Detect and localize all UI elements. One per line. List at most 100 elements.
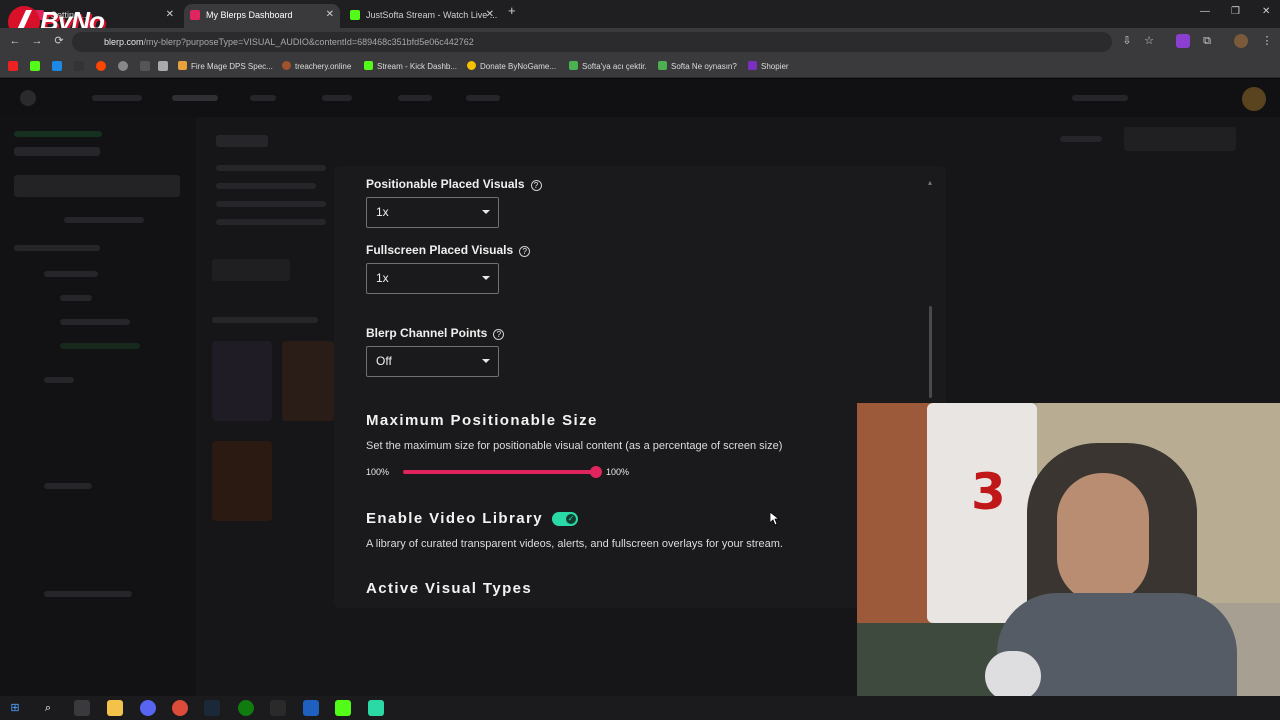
- bookmark-icon[interactable]: [158, 61, 168, 71]
- webcam-face: [1057, 473, 1149, 603]
- bookmark-star-icon[interactable]: ☆: [1142, 34, 1156, 48]
- help-icon[interactable]: ?: [493, 329, 505, 340]
- app-icon[interactable]: [303, 700, 319, 716]
- kick-bookmark-icon[interactable]: [30, 61, 40, 71]
- modal-scrollbar[interactable]: [929, 306, 932, 398]
- sidebar-placeholder: [60, 343, 140, 349]
- close-icon[interactable]: ✕: [166, 4, 174, 26]
- url-host: blerp.com: [104, 37, 144, 47]
- settings-modal: ▴ Positionable Placed Visuals? 1x Fullsc…: [334, 166, 946, 608]
- chevron-down-icon: [482, 276, 490, 280]
- forward-icon[interactable]: →: [30, 34, 44, 48]
- bookmark-softaya[interactable]: Softa'ya acı çektir.: [569, 61, 647, 71]
- steam-icon[interactable]: [204, 700, 220, 716]
- bookmark-favicon-icon: [282, 61, 291, 70]
- nav-placeholder: [92, 95, 142, 101]
- youtube-bookmark-icon[interactable]: [8, 61, 18, 71]
- sidebar-placeholder: [14, 175, 180, 197]
- steam-bookmark-icon[interactable]: [74, 61, 84, 71]
- bookmark-kick-dashboard[interactable]: Stream - Kick Dashb...: [364, 61, 457, 71]
- window-close-icon[interactable]: ✕: [1262, 6, 1270, 17]
- help-icon[interactable]: ?: [530, 180, 542, 191]
- chevron-down-icon: [482, 210, 490, 214]
- back-icon[interactable]: ←: [8, 34, 22, 48]
- max-size-heading: Maximum Positionable Size: [366, 412, 598, 429]
- thumbnail-dimmed: [212, 441, 272, 521]
- task-view-icon[interactable]: [74, 700, 90, 716]
- chrome-icon[interactable]: [172, 700, 188, 716]
- bookmark-fire-mage[interactable]: Fire Mage DPS Spec...: [178, 61, 273, 71]
- select-value: 1x: [376, 205, 389, 219]
- file-explorer-icon[interactable]: [107, 700, 123, 716]
- menu-kebab-icon[interactable]: ⋮: [1260, 34, 1274, 48]
- bookmark-donate[interactable]: Donate ByNoGame...: [467, 61, 556, 71]
- extension-icon[interactable]: [1176, 34, 1190, 48]
- close-icon[interactable]: ✕: [486, 4, 494, 26]
- sidebar-dimmed: [0, 117, 196, 696]
- search-icon[interactable]: ⌕: [40, 700, 56, 716]
- sidebar-placeholder: [44, 271, 98, 277]
- bookmark-label: Stream - Kick Dashb...: [377, 62, 458, 71]
- bookmark-icon[interactable]: [118, 61, 128, 71]
- restore-icon[interactable]: ❐: [1231, 6, 1240, 17]
- reddit-bookmark-icon[interactable]: [96, 61, 106, 71]
- chevron-down-icon: [482, 359, 490, 363]
- content-placeholder: [212, 317, 318, 323]
- extensions-puzzle-icon[interactable]: ⧉: [1200, 34, 1214, 48]
- address-bar[interactable]: blerp.com/my-blerp?purposeType=VISUAL_AU…: [72, 32, 1112, 52]
- kick-app-icon[interactable]: [335, 700, 351, 716]
- video-library-description: A library of curated transparent videos,…: [366, 538, 783, 550]
- tab-title: JustSofta Stream - Watch Live ...: [366, 10, 498, 20]
- install-app-icon[interactable]: ⇩: [1120, 34, 1134, 48]
- minimize-icon[interactable]: —: [1200, 6, 1210, 17]
- bookmark-shopier[interactable]: Shopier: [748, 61, 789, 71]
- help-icon[interactable]: ?: [519, 246, 531, 257]
- bookmark-label: Softa Ne oynasın?: [671, 62, 737, 71]
- tab-my-blerps-dashboard[interactable]: My Blerps Dashboard ✕: [184, 4, 340, 28]
- channel-points-select[interactable]: Off: [366, 346, 499, 377]
- video-library-toggle[interactable]: ✓: [552, 512, 578, 526]
- positionable-visuals-label: Positionable Placed Visuals?: [366, 177, 542, 191]
- max-size-description: Set the maximum size for positionable vi…: [366, 440, 783, 452]
- slider-max-label: 100%: [606, 467, 630, 477]
- max-size-slider-track[interactable]: [403, 470, 596, 474]
- mouse-cursor-icon: [770, 512, 780, 526]
- webcam-jersey: 3: [927, 403, 1037, 623]
- select-value: Off: [376, 354, 392, 368]
- kick-favicon-icon: [350, 10, 360, 20]
- label-text: Blerp Channel Points: [366, 326, 488, 340]
- windows-start-icon[interactable]: ⊞: [7, 700, 23, 716]
- select-value: 1x: [376, 271, 389, 285]
- max-size-slider-thumb[interactable]: [590, 466, 602, 478]
- scroll-up-icon[interactable]: ▴: [928, 178, 932, 187]
- bookmark-icon[interactable]: [52, 61, 62, 71]
- positionable-visuals-select[interactable]: 1x: [366, 197, 499, 228]
- windows-taskbar: ⊞ ⌕: [0, 696, 1280, 720]
- new-tab-button[interactable]: +: [508, 3, 516, 18]
- app-icon[interactable]: [368, 700, 384, 716]
- nav-placeholder: [398, 95, 432, 101]
- bookmark-treachery[interactable]: treachery.online: [282, 61, 351, 71]
- tab-justsofta-stream[interactable]: JustSofta Stream - Watch Live ... ✕: [344, 4, 500, 28]
- app-nav-dimmed: [0, 79, 1280, 117]
- label-text: Fullscreen Placed Visuals: [366, 243, 514, 257]
- blerp-favicon-icon: [190, 10, 200, 20]
- reload-icon[interactable]: ⟳: [52, 34, 66, 48]
- sidebar-placeholder: [14, 147, 100, 156]
- xbox-icon[interactable]: [238, 700, 254, 716]
- content-placeholder: [216, 219, 326, 225]
- bookmark-icon[interactable]: [140, 61, 150, 71]
- profile-avatar[interactable]: [1234, 34, 1248, 48]
- sidebar-placeholder: [44, 483, 92, 489]
- sidebar-placeholder: [14, 131, 102, 137]
- epic-games-icon[interactable]: [270, 700, 286, 716]
- channel-points-label: Blerp Channel Points?: [366, 326, 505, 340]
- content-placeholder: [212, 259, 290, 281]
- sidebar-placeholder: [60, 295, 92, 301]
- bookmark-softa-ne[interactable]: Softa Ne oynasın?: [658, 61, 737, 71]
- discord-icon[interactable]: [140, 700, 156, 716]
- user-avatar: [1242, 87, 1266, 111]
- close-icon[interactable]: ✕: [326, 4, 334, 26]
- content-placeholder: [216, 183, 316, 189]
- fullscreen-visuals-select[interactable]: 1x: [366, 263, 499, 294]
